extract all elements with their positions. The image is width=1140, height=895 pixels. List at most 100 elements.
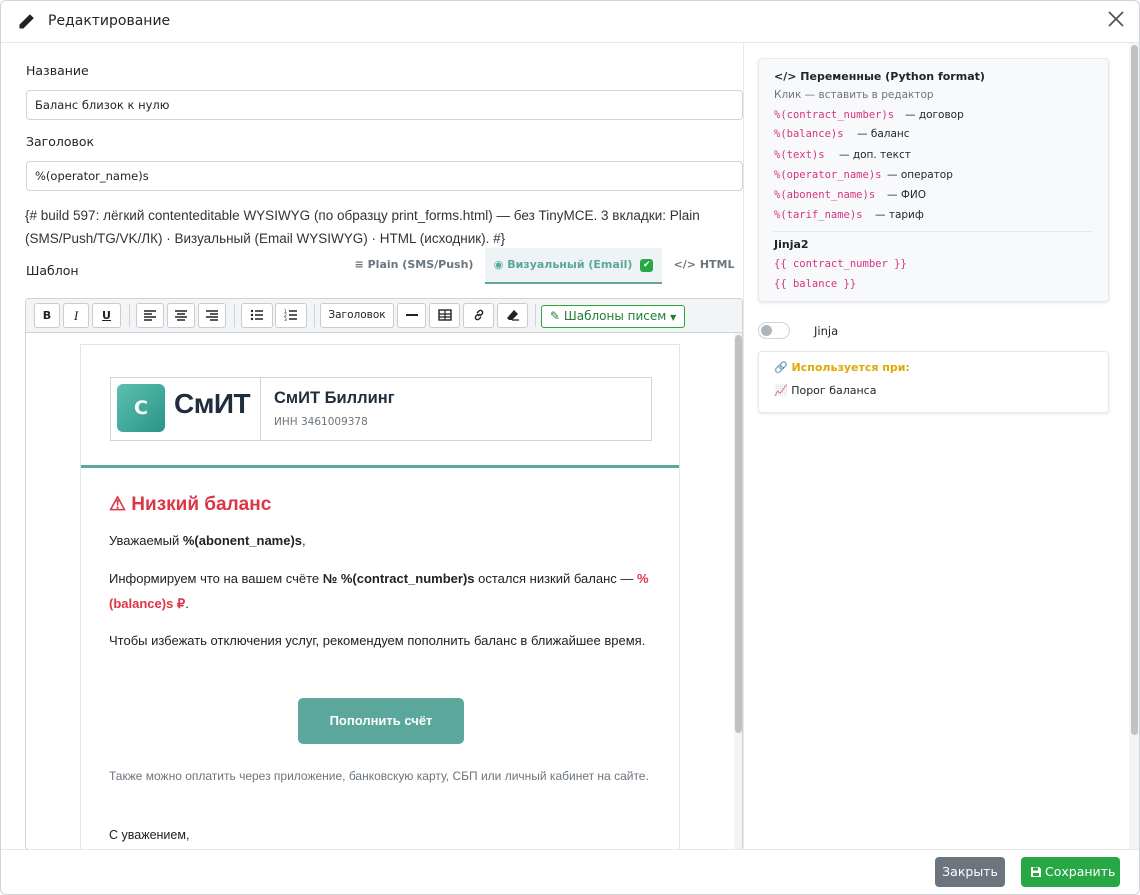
save-button[interactable]: Сохранить <box>1021 857 1120 887</box>
horizontal-rule-icon <box>405 314 418 316</box>
email-small-print: Также можно оплатить через приложение, б… <box>109 769 649 783</box>
jinja-variable-balance[interactable]: {{ balance }} <box>774 278 856 290</box>
variable-operator-name[interactable]: %(operator_name)s <box>774 169 881 181</box>
variable-desc: — тариф <box>875 209 924 221</box>
used-in-card: 🔗 Используется при: 📈 Порог баланса <box>758 351 1109 413</box>
variable-desc: — доп. текст <box>839 149 911 161</box>
toolbar-divider <box>129 304 130 327</box>
align-left-icon: ≡ <box>354 258 364 271</box>
email-info: Информируем что на вашем счёте № %(contr… <box>109 571 649 611</box>
subject-label: Заголовок <box>26 134 95 149</box>
email-preview: С СмИТ СмИТ Биллинг ИНН 3461009378 ⚠ Низ… <box>80 344 680 849</box>
svg-text:3: 3 <box>284 317 287 322</box>
eraser-icon <box>506 310 519 321</box>
variable-abonent-name[interactable]: %(abonent_name)s <box>774 189 875 201</box>
editor-content[interactable]: С СмИТ СмИТ Биллинг ИНН 3461009378 ⚠ Низ… <box>26 333 742 849</box>
eye-icon: ◉ <box>493 258 504 271</box>
variables-hint: Клик — вставить в редактор <box>774 89 934 101</box>
variables-title: </> Переменные (Python format) <box>774 70 985 83</box>
tab-visual[interactable]: ◉ Визуальный (Email) ✔ <box>485 248 662 284</box>
table-button[interactable] <box>429 303 460 328</box>
jinja-toggle[interactable] <box>758 322 790 339</box>
variable-desc: — оператор <box>887 169 953 181</box>
card-divider <box>773 231 1093 232</box>
subject-input[interactable]: %(operator_name)s <box>26 161 743 191</box>
variable-text[interactable]: %(text)s <box>774 149 825 161</box>
tab-plain[interactable]: ≡ Plain (SMS/Push) <box>348 248 480 284</box>
link-icon: 🔗 <box>774 361 788 374</box>
bullet-list-icon <box>250 309 263 321</box>
name-label: Название <box>26 63 89 78</box>
email-heading: ⚠ Низкий баланс <box>109 494 272 515</box>
align-right-button[interactable] <box>198 303 226 328</box>
variable-tarif-name[interactable]: %(tarif_name)s <box>774 209 863 221</box>
name-input[interactable]: Баланс близок к нулю <box>26 90 743 120</box>
email-advice: Чтобы избежать отключения услуг, рекомен… <box>109 633 646 648</box>
brand-inn: ИНН 3461009378 <box>274 416 368 428</box>
save-icon <box>1031 867 1041 877</box>
close-button[interactable]: Закрыть <box>935 857 1005 887</box>
toolbar-divider <box>234 304 235 327</box>
align-left-icon <box>144 310 156 321</box>
italic-button[interactable]: I <box>63 303 89 328</box>
align-left-button[interactable] <box>136 303 164 328</box>
link-icon <box>474 309 483 321</box>
align-center-icon <box>175 310 187 321</box>
email-templates-button[interactable]: ✎ Шаблоны писем ▼ <box>541 305 686 328</box>
brand-name: СмИТ Биллинг <box>274 389 395 407</box>
variable-desc: — баланс <box>857 128 910 140</box>
top-up-button[interactable]: Пополнить счёт <box>298 698 464 744</box>
wysiwyg-editor: B I U 123 Заголовок ✎ Шаблоны писем ▼ С … <box>25 298 743 850</box>
modal-footer: Закрыть Сохранить <box>1 849 1139 894</box>
align-right-icon <box>206 310 218 321</box>
editor-toolbar: B I U 123 Заголовок ✎ Шаблоны писем ▼ <box>26 299 742 333</box>
underline-button[interactable]: U <box>92 303 121 328</box>
variable-contract-number[interactable]: %(contract_number)s <box>774 109 894 121</box>
link-button[interactable] <box>463 303 494 328</box>
variable-desc: — договор <box>905 109 964 121</box>
close-icon[interactable] <box>1105 8 1127 30</box>
heading-select[interactable]: Заголовок <box>320 303 394 328</box>
modal-scrollbar-thumb[interactable] <box>1131 45 1138 735</box>
variable-balance[interactable]: %(balance)s <box>774 128 844 140</box>
jinja-title: Jinja2 <box>774 238 809 251</box>
chart-line-icon: 📈 <box>774 384 788 397</box>
variables-card: </> Переменные (Python format) Клик — вс… <box>758 58 1109 302</box>
horizontal-rule-button[interactable] <box>397 303 426 328</box>
used-in-title: 🔗 Используется при: <box>774 361 910 374</box>
modal-header: Редактирование <box>1 1 1139 43</box>
bold-button[interactable]: B <box>34 303 60 328</box>
numbered-list-button[interactable]: 123 <box>275 303 307 328</box>
email-regards: С уважением, <box>109 828 190 842</box>
caret-down-icon: ▼ <box>670 313 677 322</box>
numbered-list-icon: 123 <box>284 309 297 323</box>
brand-divider <box>260 378 261 440</box>
email-brand-header: С СмИТ СмИТ Биллинг ИНН 3461009378 <box>110 377 652 441</box>
code-icon: </> <box>673 258 696 271</box>
used-in-item[interactable]: 📈 Порог баланса <box>774 384 876 397</box>
email-greeting: Уважаемый %(abonent_name)s, <box>109 533 306 548</box>
bullet-list-button[interactable] <box>241 303 273 328</box>
template-label: Шаблон <box>26 263 79 278</box>
jinja-variable-contract-number[interactable]: {{ contract_number }} <box>774 258 907 270</box>
tab-html[interactable]: </> HTML <box>667 248 741 284</box>
editor-scrollbar-thumb[interactable] <box>735 335 742 733</box>
email-accent-line <box>81 465 679 468</box>
table-icon <box>437 309 452 321</box>
pencil-icon <box>19 14 34 29</box>
column-divider <box>743 43 744 849</box>
modal-title: Редактирование <box>48 13 171 29</box>
jinja-toggle-label: Jinja <box>814 324 839 338</box>
align-center-button[interactable] <box>167 303 195 328</box>
toggle-knob <box>761 325 772 336</box>
brand-logo-icon: С <box>117 384 165 432</box>
code-icon: </> <box>774 70 797 83</box>
magic-wand-icon: ✎ <box>550 309 561 323</box>
variable-desc: — ФИО <box>887 189 926 201</box>
toolbar-divider <box>314 304 315 327</box>
clear-format-button[interactable] <box>497 303 528 328</box>
template-comment: {# build 597: лёгкий contenteditable WYS… <box>25 208 700 246</box>
toolbar-divider <box>535 304 536 327</box>
brand-logo-text: СмИТ <box>174 388 251 419</box>
edit-modal: Редактирование Название Баланс близок к … <box>0 0 1140 895</box>
